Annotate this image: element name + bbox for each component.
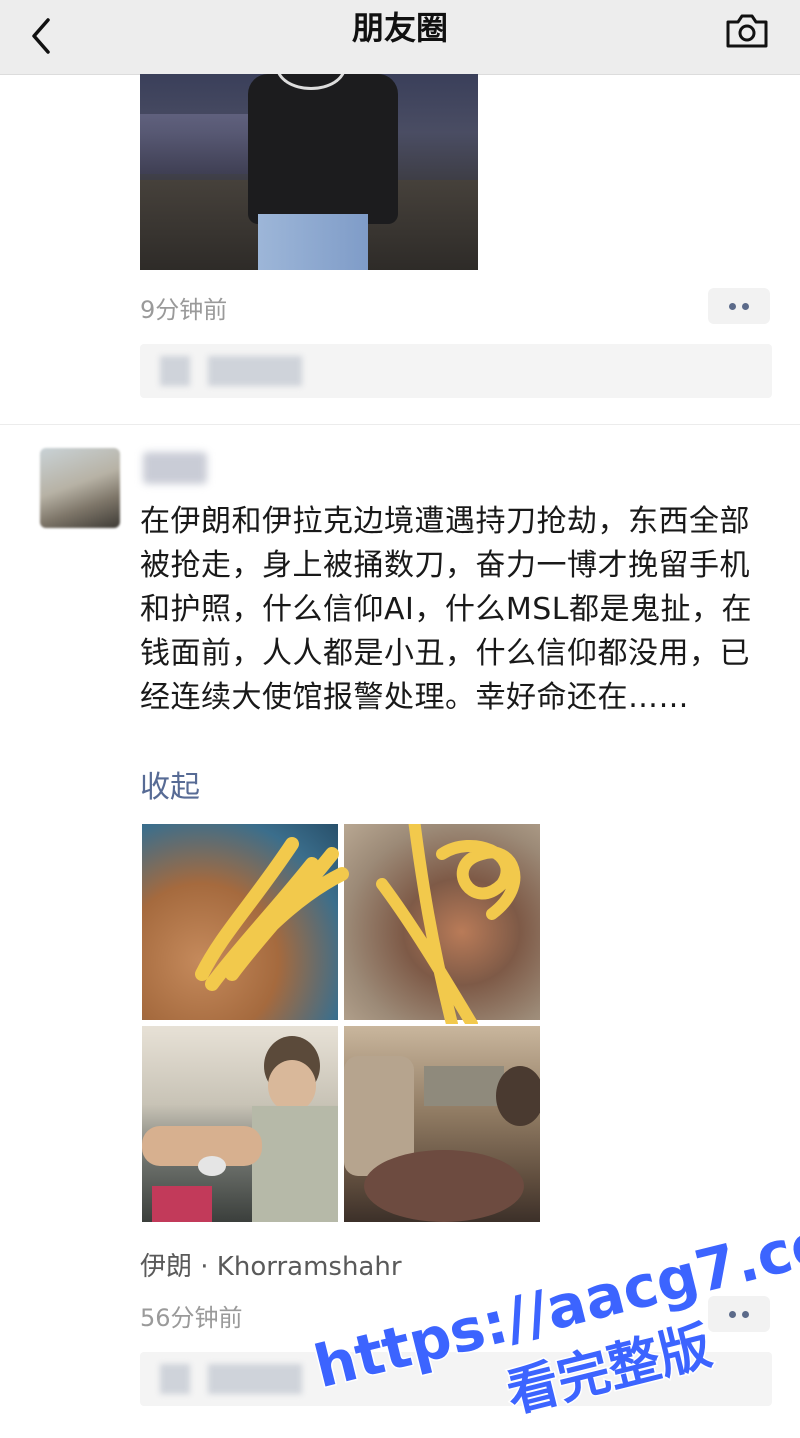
dot-icon [742,1311,749,1318]
avatar[interactable] [40,448,120,528]
photo-grid [142,824,542,1224]
blurred-avatar [160,1364,190,1394]
post-photo[interactable] [142,824,338,1020]
post-text: 在伊朗和伊拉克边境遭遇持刀抢劫，东西全部被抢走，身上被捅数刀，奋力一博才挽留手机… [140,504,753,715]
top-nav-bar: 朋友圈 [0,0,800,75]
blurred-names [208,356,302,386]
photo-content [344,1056,540,1222]
page-title: 朋友圈 [351,9,448,47]
post-photo[interactable] [344,824,540,1020]
likes-box [140,1352,772,1406]
more-options-button[interactable] [708,288,770,324]
blurred-names [208,1364,302,1394]
collapse-link[interactable]: 收起 [140,762,200,806]
post-time: 9分钟前 [140,296,228,324]
dot-icon [742,303,749,310]
dot-icon [729,303,736,310]
post-time: 56分钟前 [140,1304,243,1332]
post-photo[interactable] [344,1026,540,1222]
post-photo[interactable] [142,1026,338,1222]
dot-icon [729,1311,736,1318]
location-link[interactable]: 伊朗 · Khorramshahr [140,1246,402,1283]
camera-icon [726,14,768,48]
more-options-button[interactable] [708,1296,770,1332]
likes-box [140,344,772,398]
username-blurred[interactable] [143,452,207,484]
photo-content [142,1036,338,1222]
post-divider [0,424,800,425]
post-photo[interactable] [140,74,478,270]
blurred-avatar [160,356,190,386]
camera-button[interactable] [724,10,770,50]
